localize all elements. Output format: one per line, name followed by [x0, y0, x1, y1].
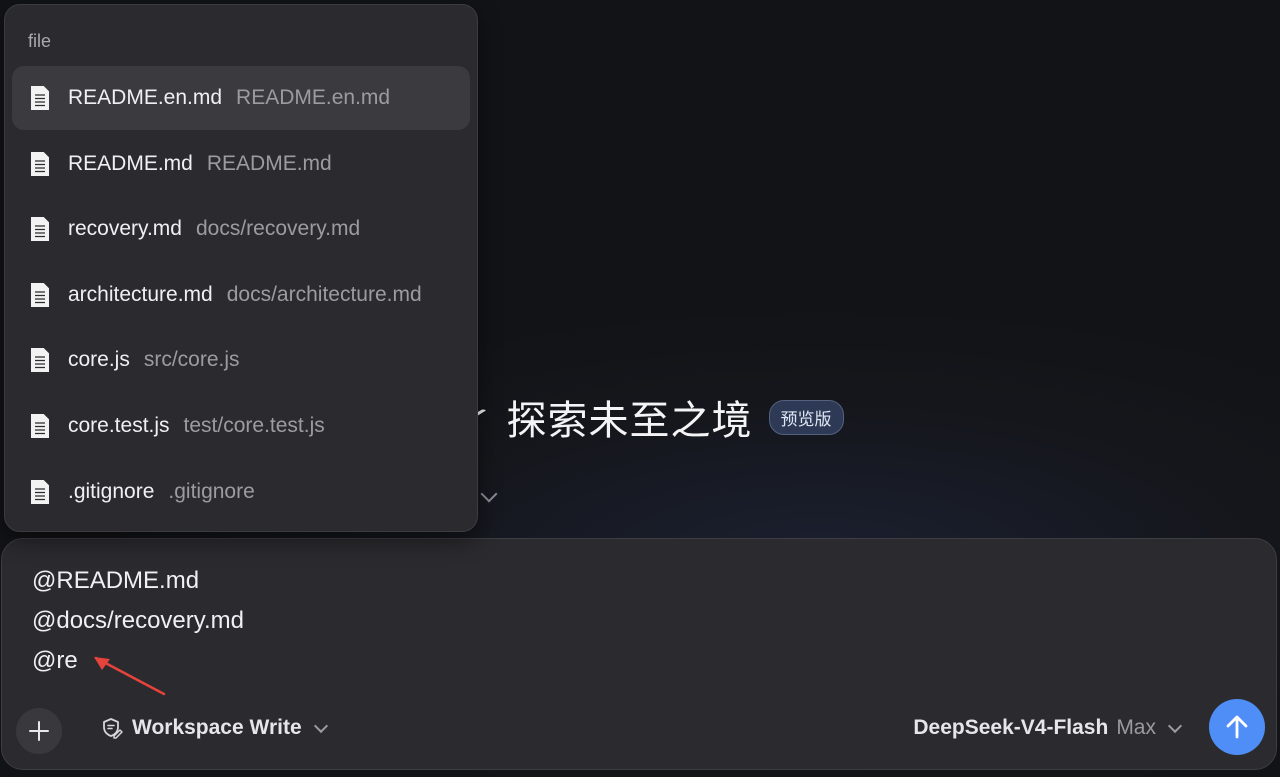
file-item[interactable]: core.js src/core.js [12, 328, 470, 392]
file-name: README.en.md [68, 86, 223, 109]
composer-line: @docs/recovery.md [32, 607, 244, 634]
file-name: recovery.md [68, 217, 182, 241]
file-name: README.md [68, 151, 193, 175]
document-icon [31, 217, 49, 242]
plus-icon [29, 721, 49, 741]
document-icon [31, 151, 49, 176]
chevron-down-icon [1167, 718, 1183, 734]
model-tier: Max [1116, 716, 1156, 739]
file-list: README.en.md README.en.md README.md READ… [12, 66, 470, 525]
file-name: core.js [68, 348, 130, 372]
file-item[interactable]: README.md README.md [12, 132, 470, 196]
file-item[interactable]: recovery.md docs/recovery.md [12, 197, 470, 261]
document-icon [31, 348, 49, 373]
file-name: .gitignore [68, 479, 155, 503]
file-item[interactable]: README.en.md README.en.md [12, 66, 470, 130]
file-item[interactable]: architecture.md docs/architecture.md [12, 263, 470, 327]
document-icon [31, 413, 49, 438]
file-name: core.test.js [68, 413, 170, 437]
file-path: test/core.test.js [183, 413, 325, 437]
file-path: README.en.md [236, 86, 391, 109]
file-name: architecture.md [68, 282, 213, 306]
model-select[interactable]: DeepSeek-V4-Flash Max [913, 716, 1183, 740]
chevron-down-icon [313, 718, 328, 734]
preview-badge: 预览版 [768, 399, 844, 435]
file-path: docs/architecture.md [226, 282, 422, 306]
model-name: DeepSeek-V4-Flash [913, 716, 1109, 739]
send-button[interactable] [1209, 699, 1265, 755]
composer-line: @README.md [32, 567, 200, 594]
file-path: docs/recovery.md [195, 217, 361, 241]
hero: ✓ 探索未至之境 预览版 [454, 388, 844, 446]
hero-title: 探索未至之境 [506, 398, 753, 444]
permission-mode-select[interactable]: Workspace Write [100, 716, 328, 740]
document-icon [31, 86, 49, 110]
mode-label: Workspace Write [132, 716, 302, 739]
file-item[interactable]: core.test.js test/core.test.js [12, 394, 470, 458]
app-stage: ✓ 探索未至之境 预览版 file README.en.md README.en… [0, 0, 1280, 777]
chevron-down-icon[interactable] [480, 485, 498, 503]
arrow-up-icon [1226, 715, 1248, 739]
annotation-arrow-icon [94, 656, 166, 696]
document-icon [31, 282, 49, 307]
file-path: README.md [206, 151, 332, 175]
file-path: .gitignore [168, 479, 255, 503]
shield-edit-icon [103, 718, 123, 739]
file-path: src/core.js [143, 348, 240, 372]
popup-header: file [28, 31, 52, 51]
file-mention-popup: file README.en.md README.en.md README.md… [4, 4, 478, 532]
document-icon [31, 479, 49, 504]
file-item[interactable]: .gitignore .gitignore [12, 460, 470, 524]
add-attachment-button[interactable] [16, 708, 62, 754]
